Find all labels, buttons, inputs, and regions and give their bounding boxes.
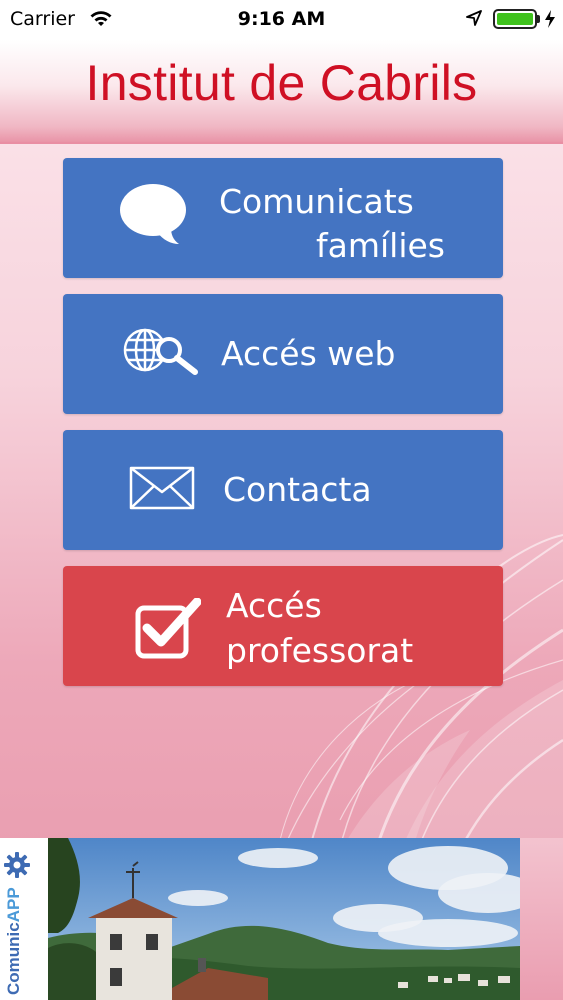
status-bar: Carrier 9:16 AM — [0, 0, 563, 40]
app-title: Institut de Cabrils — [85, 55, 478, 111]
checkbox-icon — [135, 598, 201, 659]
acces-web-button[interactable]: Accés web — [63, 294, 503, 414]
brand-part2: APP — [4, 887, 23, 923]
charging-bolt-icon — [545, 10, 555, 28]
battery-icon — [493, 9, 537, 29]
contacta-label: Contacta — [223, 470, 372, 509]
battery-tip — [537, 15, 540, 23]
acces-professorat-label-line2: professorat — [226, 631, 414, 670]
envelope-icon — [129, 466, 195, 510]
chat-bubble-icon — [120, 184, 186, 244]
acces-professorat-button[interactable]: Accés professorat — [63, 566, 503, 686]
contacta-button[interactable]: Contacta — [63, 430, 503, 550]
globe-search-icon — [123, 328, 198, 375]
comunicapp-logo: ComunicAPP — [4, 887, 24, 995]
brand-part1: Comunic — [4, 922, 23, 995]
comunicats-label-line2: famílies — [316, 226, 445, 265]
acces-professorat-label-line1: Accés — [226, 586, 322, 625]
acces-web-label: Accés web — [221, 334, 396, 373]
comunicats-families-button[interactable]: Comunicats famílies — [63, 158, 503, 278]
comunicats-label-line1: Comunicats — [219, 182, 414, 221]
gear-icon — [4, 852, 30, 878]
location-arrow-icon — [466, 10, 482, 26]
landscape-photo — [48, 838, 520, 1000]
app-header: Institut de Cabrils — [0, 40, 563, 144]
right-background-strip — [520, 838, 563, 1000]
